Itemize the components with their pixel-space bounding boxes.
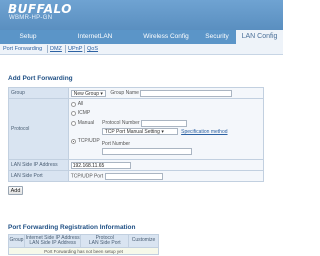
protocol-number-input[interactable] <box>141 119 188 127</box>
add-section-title: Add Port Forwarding <box>8 75 73 82</box>
brand-logo: BUFFALO <box>8 2 72 16</box>
subtab-separator <box>47 45 48 53</box>
protocol-option-tcpudp-row: TCP/UDP TCP Port Manual Setting ▾ Specif… <box>70 128 261 158</box>
protocol-number-label: Protocol Number <box>102 120 140 126</box>
protocol-icmp-radio[interactable] <box>70 111 76 116</box>
group-label: Group <box>8 87 69 99</box>
lan-ip-label: LAN Side IP Address <box>8 159 69 171</box>
group-select-value: New Group <box>73 90 100 97</box>
protocol-cell: All ICMP Manual Protocol Number TCP/UDP … <box>67 98 265 160</box>
subtab-dmz[interactable]: DMZ <box>50 45 62 54</box>
lan-ip-input[interactable]: 192.168.11.65 <box>70 161 131 169</box>
protocol-manual-label: Manual <box>77 120 95 126</box>
protocol-all-radio[interactable] <box>70 102 76 107</box>
sub-tabbar: Port Forwarding DMZ UPnP QoS <box>0 44 283 55</box>
app-header: BUFFALO WBMR-HP-GN <box>0 0 283 30</box>
chevron-down-icon: ▾ <box>161 129 164 135</box>
col-lan-port-label: LAN Side Port <box>88 240 121 246</box>
protocol-option-icmp-row: ICMP <box>70 109 261 118</box>
port-number-label: Port Number <box>101 141 131 147</box>
col-protocol-port: Protocol LAN Side Port <box>80 234 130 248</box>
subtab-qos[interactable]: QoS <box>87 45 98 54</box>
protocol-tcpudp-label: TCP/UDP <box>77 138 100 144</box>
group-name-label: Group Name <box>110 90 139 96</box>
protocol-label: Protocol <box>8 98 69 160</box>
model-name: WBMR-HP-GN <box>9 15 53 21</box>
protocol-option-manual-row: Manual Protocol Number <box>70 118 261 128</box>
port-number-input[interactable] <box>101 148 192 155</box>
registration-section-title: Port Forwarding Registration Information <box>8 224 136 231</box>
col-group: Group <box>8 234 25 248</box>
col-customize: Customize <box>128 234 159 248</box>
lan-ip-cell: 192.168.11.65 <box>67 159 265 171</box>
tab-lan-config[interactable]: LAN Config <box>236 30 283 44</box>
tcp-setting-select[interactable]: TCP Port Manual Setting ▾ <box>101 128 178 135</box>
tab-setup[interactable]: Setup <box>8 30 48 44</box>
protocol-manual-radio[interactable] <box>70 120 76 126</box>
tab-internet-lan[interactable]: InternetLAN <box>70 30 120 44</box>
protocol-all-label: All <box>77 101 84 107</box>
specification-method-link[interactable]: Specification method <box>181 129 227 135</box>
tcp-udp-port-label: TCP/UDP Port <box>70 173 104 179</box>
registration-table: Group Internet Side IP Address LAN Side … <box>8 234 159 255</box>
tab-wireless-config[interactable]: Wireless Config <box>135 30 197 44</box>
registration-header-row: Group Internet Side IP Address LAN Side … <box>8 234 159 248</box>
add-port-forwarding-form: Group New Group ▾ Group Name Protocol Al… <box>8 87 265 182</box>
subtab-upnp[interactable]: UPnP <box>68 45 82 54</box>
protocol-icmp-label: ICMP <box>77 110 91 116</box>
lan-port-label: LAN Side Port <box>8 170 69 182</box>
subtab-separator <box>84 45 85 53</box>
tcp-setting-select-value: TCP Port Manual Setting <box>104 129 160 135</box>
group-cell: New Group ▾ Group Name <box>67 87 265 99</box>
main-tabbar: Setup InternetLAN Wireless Config Securi… <box>0 30 283 44</box>
subtab-port-forwarding[interactable]: Port Forwarding <box>3 45 42 54</box>
lan-port-cell: TCP/UDP Port <box>67 170 265 182</box>
add-button[interactable]: Add <box>8 186 23 195</box>
subtab-separator <box>65 45 66 53</box>
col-ip-address: Internet Side IP Address LAN Side IP Add… <box>23 234 82 248</box>
tab-security[interactable]: Security <box>200 30 234 44</box>
registration-empty-message: Port Forwarding has not been setup yet <box>8 247 159 255</box>
chevron-down-icon: ▾ <box>100 90 103 97</box>
group-name-input[interactable] <box>140 89 233 97</box>
protocol-tcpudp-radio[interactable] <box>70 138 76 144</box>
protocol-option-all-row: All <box>70 100 261 109</box>
lan-ip-value: 192.168.11.65 <box>72 162 105 169</box>
tcp-udp-port-input[interactable] <box>104 172 163 180</box>
group-select[interactable]: New Group ▾ <box>70 89 106 97</box>
registration-empty-row: Port Forwarding has not been setup yet <box>8 247 159 255</box>
col-lan-ip-label: LAN Side IP Address <box>29 240 77 246</box>
